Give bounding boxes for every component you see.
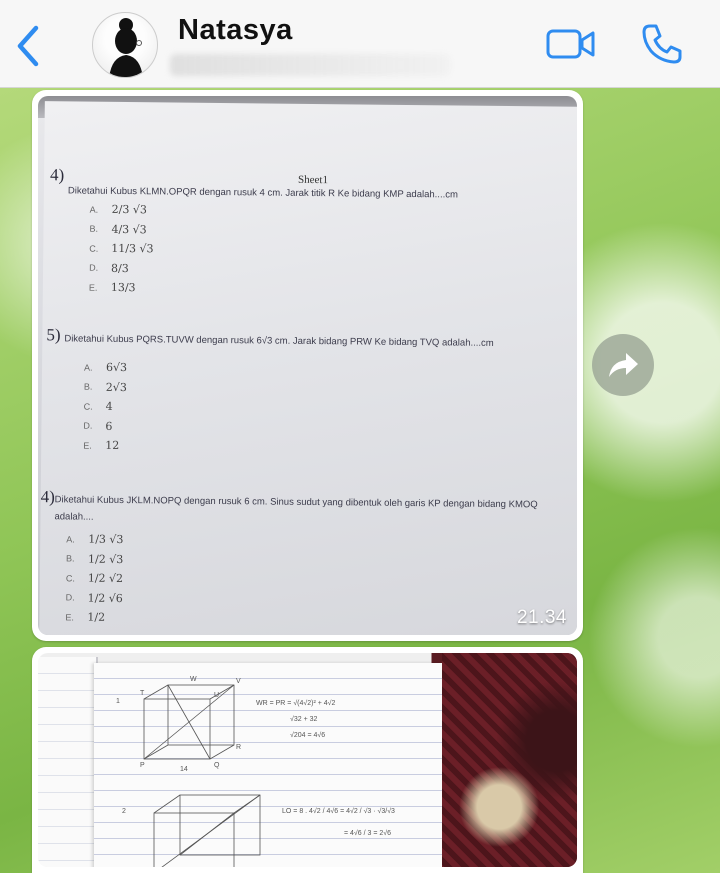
handwritten-formula: √32 + 32 [290,715,317,723]
worksheet-photo[interactable]: Sheet1 4) Diketahui Kubus KLMN.OPQR deng… [38,96,577,635]
step-number: 1 [116,698,120,705]
option: D. 1/2 √6 [65,591,123,605]
sheet-title: Sheet1 [297,173,329,187]
avatar[interactable] [92,12,158,78]
option: C. 11/3 √3 [89,242,154,256]
question-number: 4) [49,165,65,185]
worksheet-paper: Sheet1 4) Diketahui Kubus KLMN.OPQR deng… [39,101,577,635]
vertex-label: P [140,762,145,769]
option: A. 2/3 √3 [89,203,147,217]
handwritten-solution: W V T U R P Q 14 1 WR = PR = √(4√2)² + 4… [116,676,395,867]
back-icon[interactable] [14,24,44,68]
option: B. 1/2 √3 [66,552,124,566]
step-number: 2 [122,808,126,815]
question-number: 4) [40,487,55,507]
option: E. 1/2 [65,610,106,625]
question-options: A. 6√3 B. 2√3 C. 4 D. 6 E. 12 [83,358,127,456]
forward-button[interactable] [592,334,654,396]
notebook-right-page: W V T U R P Q 14 1 WR = PR = √(4√2)² + 4… [94,663,444,867]
contact-name[interactable]: Natasya [178,14,293,47]
option: C. 4 [83,400,113,414]
share-forward-icon [609,353,638,377]
avatar-silhouette-icon [109,18,143,77]
question-text: Diketahui Kubus JKLM.NOPQ dengan rusuk 6… [54,494,538,523]
handwritten-formula: LO = 8 . 4√2 / 4√6 = 4√2 / √3 · √3/√3 [282,807,395,815]
carpet-background [442,653,577,867]
handwritten-formula: WR = PR = √(4√2)² + 4√2 [256,699,336,707]
vertex-label: V [236,678,241,685]
image-message[interactable]: W V T U R P Q 14 1 WR = PR = √(4√2)² + 4… [32,647,583,873]
option: D. 6 [83,419,113,433]
option: D. 8/3 [89,261,129,275]
cube-drawing-2: 2 [122,794,261,867]
vertex-label: T [140,690,145,697]
video-call-icon[interactable] [546,27,596,61]
question-text: Diketahui Kubus PQRS.TUVW dengan rusuk 6… [64,333,494,349]
option: E. 12 [83,439,120,453]
image-message[interactable]: Sheet1 4) Diketahui Kubus KLMN.OPQR deng… [32,90,583,641]
question-text: Diketahui Kubus KLMN.OPQR dengan rusuk 4… [67,185,458,201]
vertex-label: R [236,744,241,751]
option: E. 13/3 [88,281,136,295]
contact-status-blurred [170,54,450,76]
option: C. 1/2 √2 [65,571,124,586]
handwritten-formula: = 4√6 / 3 = 2√6 [344,829,391,837]
message-timestamp: 21.34 [516,607,567,628]
vertex-label: U [214,692,219,699]
voice-call-icon[interactable] [640,22,684,66]
vertex-label: Q [214,762,220,769]
cube-drawing-1: W V T U R P Q 14 1 [116,676,241,773]
chat-header: Natasya [0,0,720,88]
handwritten-formula: √204 = 4√6 [290,731,325,739]
option: B. 2√3 [83,380,127,394]
option: A. 6√3 [84,361,128,375]
option: A. 1/3 √3 [66,532,124,547]
question-options: A. 1/3 √3 B. 1/2 √3 C. 1/2 √2 D. 1/2 √6 E. 1/… [65,529,123,627]
question-options: A. 2/3 √3 B. 4/3 √3 C. 11/3 √3 D. 8/3 E. 13/3 [89,200,154,298]
notebook-left-page [38,657,98,867]
edge-length-label: 14 [180,766,188,773]
notebook-photo[interactable]: W V T U R P Q 14 1 WR = PR = √(4√2)² + 4… [38,653,577,867]
option: B. 4/3 √3 [89,222,147,237]
question-number: 5) [46,325,61,345]
vertex-label: W [190,676,197,683]
